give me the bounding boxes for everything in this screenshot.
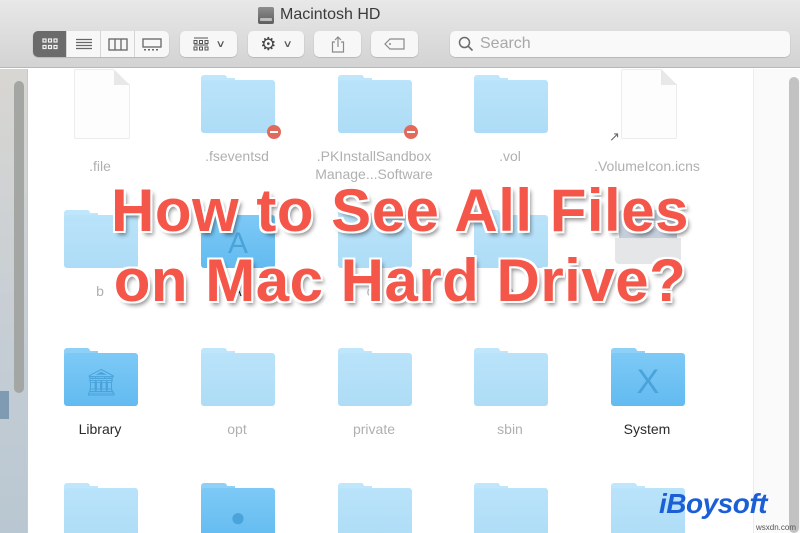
file-item[interactable]: opt (169, 342, 305, 438)
column-view-button[interactable] (101, 31, 135, 57)
library-folder-icon: 🏛 (64, 348, 138, 406)
window-title-text: Macintosh HD (280, 6, 381, 23)
folder-icon (338, 75, 418, 139)
file-item[interactable]: X System (579, 342, 715, 438)
search-icon (458, 36, 474, 52)
folder-icon (201, 75, 281, 139)
tag-icon (383, 38, 405, 50)
gallery-view-icon (142, 37, 162, 50)
file-label: sbin (497, 421, 523, 437)
file-label: .fseventsd (205, 148, 269, 164)
file-label: .vol (499, 148, 521, 164)
file-item[interactable]: sbin (442, 342, 578, 438)
file-item[interactable]: ● (169, 477, 305, 533)
hard-drive-icon (258, 6, 274, 24)
file-item[interactable]: .fseventsd (169, 69, 305, 165)
search-field[interactable] (450, 31, 790, 57)
document-icon (74, 69, 130, 139)
alias-arrow-icon: ↗ (609, 129, 620, 144)
action-menu-button[interactable]: ⚙ ∨ (248, 31, 304, 57)
file-item[interactable] (32, 477, 168, 533)
window-title: Macintosh HD (258, 4, 380, 26)
icon-view-icon (41, 38, 58, 50)
watermark: wsxdn.com (755, 523, 796, 532)
tags-button[interactable] (371, 31, 418, 57)
file-label: System (623, 421, 671, 437)
folder-icon (474, 75, 548, 133)
column-view-icon (107, 37, 128, 51)
file-item[interactable]: ↗ .VolumeIcon.icns (579, 69, 715, 175)
file-item[interactable]: .vol (442, 69, 578, 165)
group-by-icon (193, 37, 209, 51)
gear-icon: ⚙ (260, 33, 277, 54)
no-access-badge-icon (267, 125, 281, 139)
system-folder-icon: X (611, 348, 685, 406)
no-access-badge-icon (404, 125, 418, 139)
file-item[interactable]: 🏛 Library (32, 342, 168, 438)
brand-logo: iBoysoft (659, 488, 768, 519)
gallery-view-button[interactable] (135, 31, 169, 57)
share-icon (331, 35, 344, 53)
document-icon (621, 69, 677, 139)
file-item[interactable] (442, 477, 578, 533)
file-item[interactable]: .PKInstallSandbox Manage...Software (306, 69, 442, 183)
headline-line-2: on Mac Hard Drive? (113, 247, 687, 314)
file-item[interactable] (306, 477, 442, 533)
finder-toolbar: Macintosh HD ∨ ⚙ ∨ (0, 0, 800, 68)
users-folder-icon: ● (201, 483, 275, 533)
group-by-button[interactable]: ∨ (180, 31, 237, 57)
headline-line-1: How to See All Files (111, 177, 689, 244)
share-button[interactable] (314, 31, 361, 57)
file-label: Library (78, 421, 122, 437)
chevron-down-icon: ∨ (282, 38, 294, 50)
folder-icon (474, 348, 548, 406)
folder-icon (64, 483, 138, 533)
icon-view-button[interactable] (33, 31, 67, 57)
view-mode-segmented-control (33, 31, 169, 57)
folder-icon (338, 348, 412, 406)
file-label: .VolumeIcon.icns (594, 158, 700, 174)
file-item[interactable]: private (306, 342, 442, 438)
file-item[interactable]: .file (32, 69, 168, 175)
list-view-button[interactable] (67, 31, 101, 57)
folder-icon (338, 483, 412, 533)
file-label: .file (89, 158, 111, 174)
file-label: opt (227, 421, 247, 437)
search-input[interactable] (480, 35, 780, 53)
folder-icon (201, 348, 275, 406)
chevron-down-icon: ∨ (215, 38, 226, 50)
file-label: private (352, 421, 396, 437)
sidebar-selected-item[interactable] (0, 391, 9, 419)
list-view-icon (75, 38, 92, 50)
folder-icon (474, 483, 548, 533)
